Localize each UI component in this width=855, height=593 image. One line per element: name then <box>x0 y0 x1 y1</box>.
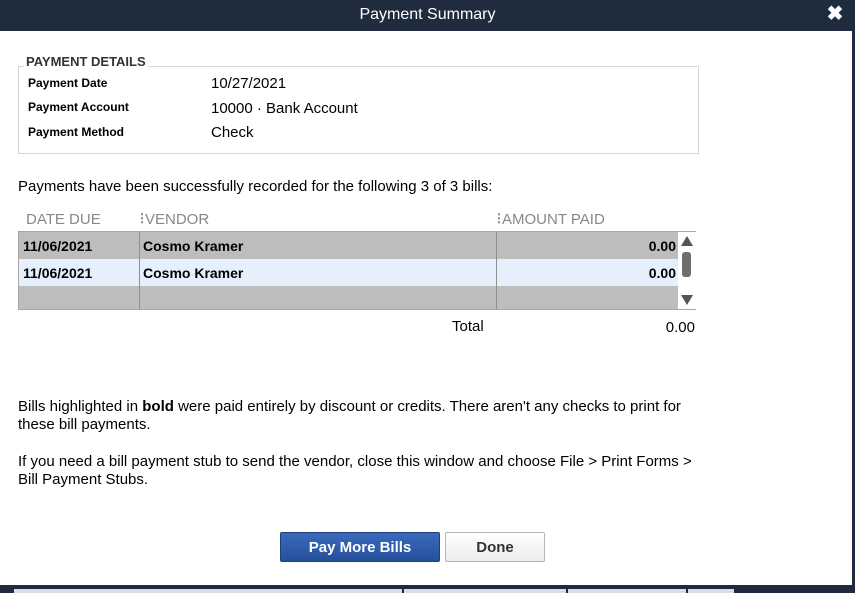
scroll-down-arrow-icon[interactable] <box>681 295 693 305</box>
bills-grid-header: DATE DUE ⋮ VENDOR ⋮ AMOUNT PAID <box>18 210 698 230</box>
payment-method-value: Check <box>211 124 254 141</box>
table-row-empty <box>19 286 679 309</box>
column-header-vendor[interactable]: VENDOR <box>145 211 209 228</box>
table-row[interactable]: 11/06/2021 Cosmo Kramer 0.00 <box>19 232 679 259</box>
date-due-cell: 11/06/2021 <box>23 265 93 281</box>
payment-date-label: Payment Date <box>28 76 108 90</box>
scrollbar-thumb[interactable] <box>682 252 691 277</box>
window-frame-bottom <box>0 585 855 593</box>
column-divider <box>496 232 497 309</box>
vendor-cell: Cosmo Kramer <box>143 238 244 254</box>
amount-paid-cell: 0.00 <box>648 265 676 281</box>
total-label: Total <box>452 318 484 335</box>
background-window-edge <box>404 589 566 593</box>
background-window-edge <box>688 589 734 593</box>
note-bold-word: bold <box>142 398 174 415</box>
success-message: Payments have been successfully recorded… <box>18 178 493 195</box>
background-window-edge <box>568 589 686 593</box>
table-row[interactable]: 11/06/2021 Cosmo Kramer 0.00 <box>19 259 679 286</box>
close-icon[interactable]: ✖ <box>825 3 845 25</box>
column-header-amount-paid[interactable]: AMOUNT PAID <box>502 211 605 228</box>
payment-account-label: Payment Account <box>28 100 129 114</box>
grid-scrollbar[interactable] <box>678 231 696 310</box>
done-button[interactable]: Done <box>445 532 545 562</box>
vendor-cell: Cosmo Kramer <box>143 265 244 281</box>
bills-grid: 11/06/2021 Cosmo Kramer 0.00 11/06/2021 … <box>18 231 679 310</box>
column-header-date-due[interactable]: DATE DUE <box>26 211 101 228</box>
window-titlebar: Payment Summary ✖ <box>0 0 855 31</box>
window-title: Payment Summary <box>359 6 496 23</box>
background-window-edge <box>14 589 402 593</box>
payment-method-label: Payment Method <box>28 125 125 139</box>
payment-date-value: 10/27/2021 <box>211 75 287 92</box>
column-divider <box>139 232 140 309</box>
payment-account-value: 10000 · Bank Account <box>211 100 358 117</box>
total-value: 0.00 <box>665 319 695 336</box>
scroll-up-arrow-icon[interactable] <box>681 236 693 246</box>
bill-payment-stub-note: If you need a bill payment stub to send … <box>18 453 692 488</box>
bold-bills-note: Bills highlighted in bold were paid enti… <box>18 398 708 434</box>
amount-paid-cell: 0.00 <box>648 238 676 254</box>
payment-details-heading: PAYMENT DETAILS <box>24 54 148 69</box>
pay-more-bills-button[interactable]: Pay More Bills <box>280 532 440 562</box>
note-text: Bills highlighted in <box>18 398 143 415</box>
date-due-cell: 11/06/2021 <box>23 238 93 254</box>
